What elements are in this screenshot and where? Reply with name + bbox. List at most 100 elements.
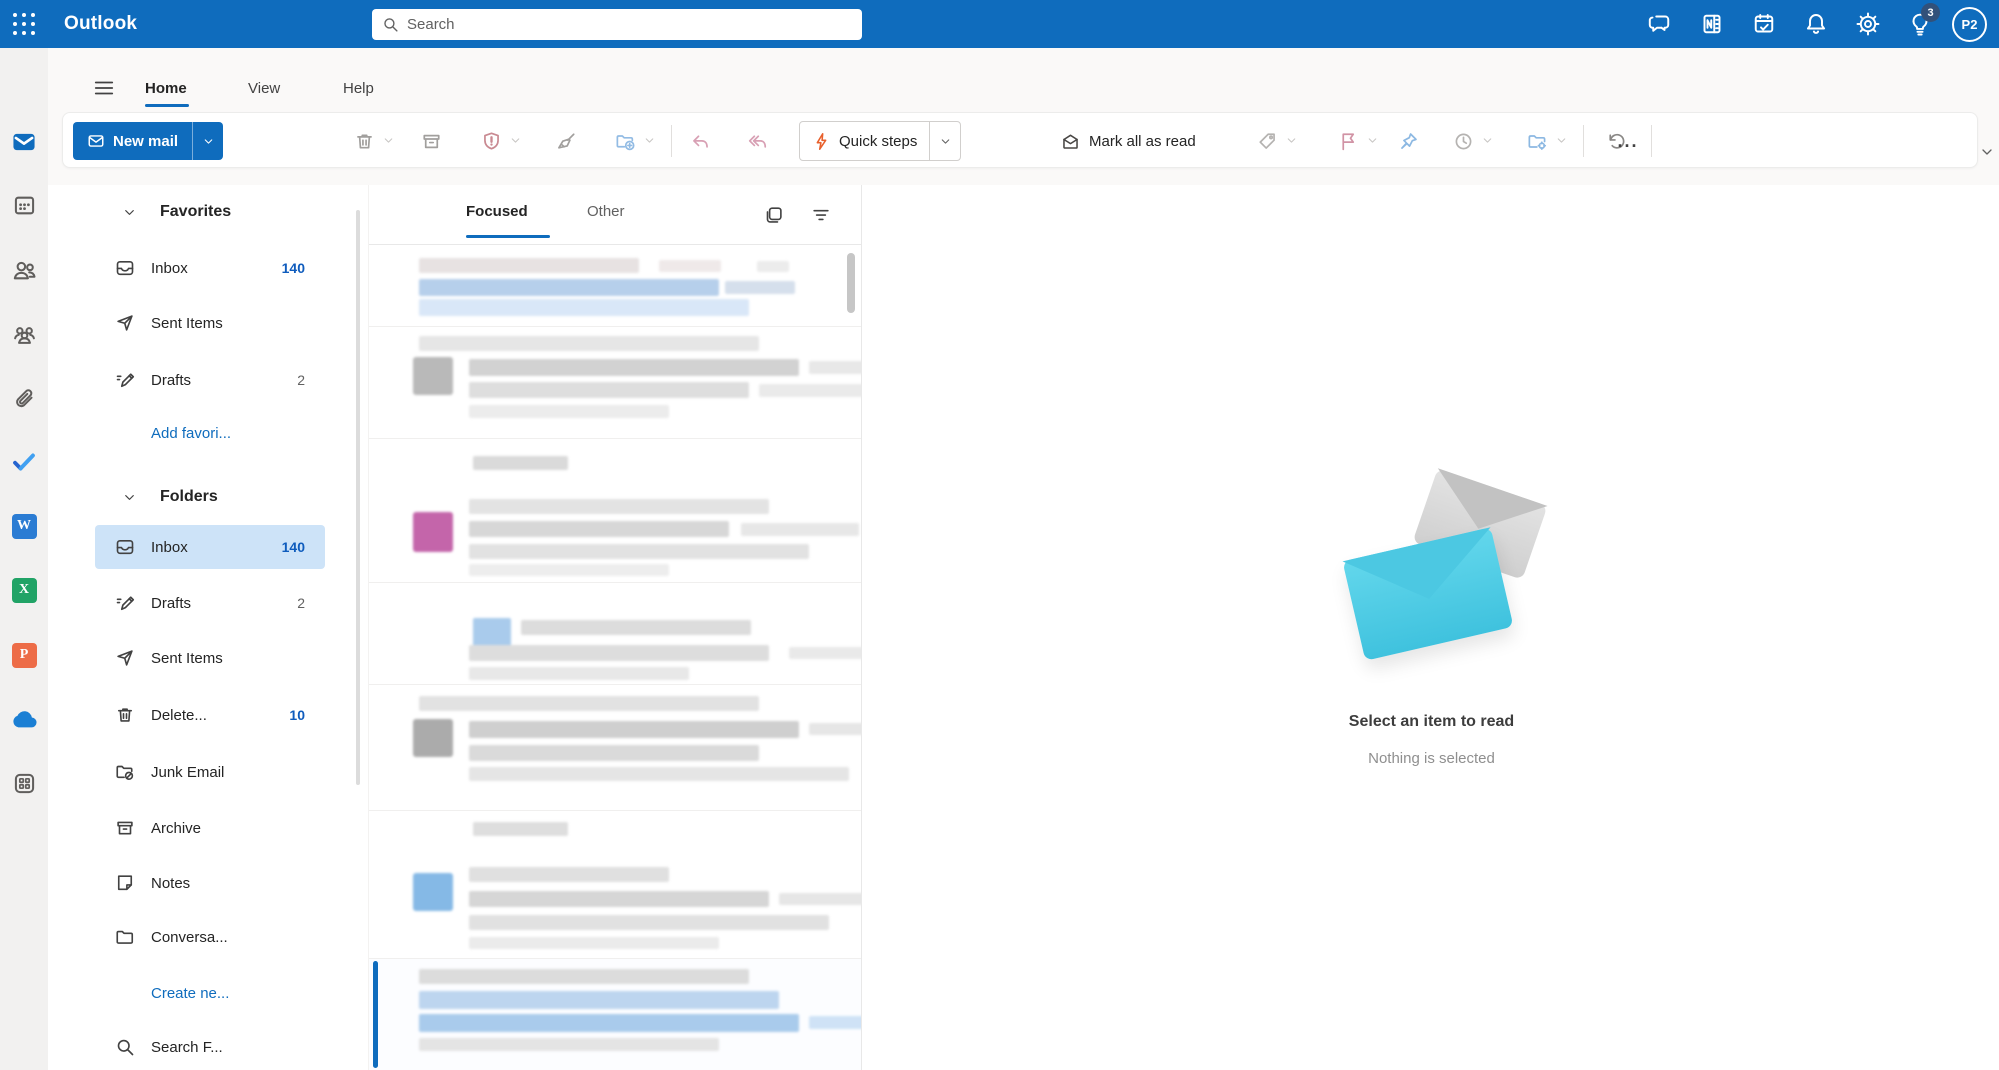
rail-item-excel[interactable]: X (0, 566, 48, 614)
unread-count-badge: 2 (297, 372, 305, 388)
rail-item-more-apps[interactable] (0, 759, 48, 807)
tab-help[interactable]: Help (343, 80, 374, 97)
email-list-item[interactable] (369, 438, 861, 582)
sidebar-item-inbox[interactable]: Inbox140 (95, 525, 325, 569)
email-list-item[interactable] (369, 810, 861, 958)
rail-item-calendar[interactable] (0, 181, 48, 229)
my-day-button[interactable] (1738, 0, 1790, 48)
toolbar-divider (1651, 125, 1652, 157)
tab-view[interactable]: View (248, 80, 280, 97)
message-list-header: Focused Other (369, 185, 861, 245)
search-input[interactable] (407, 16, 827, 33)
new-mail-label: New mail (113, 133, 178, 150)
message-list-scrollbar[interactable] (847, 253, 855, 313)
select-all-button[interactable] (760, 201, 788, 229)
folder-pane-scrollbar[interactable] (356, 210, 360, 785)
sidebar-item-drafts[interactable]: Drafts2 (95, 581, 325, 625)
quick-steps-dropdown[interactable] (930, 135, 960, 148)
search-bar[interactable] (372, 9, 862, 40)
folder-label: Notes (151, 875, 190, 892)
sweep-button[interactable] (550, 125, 582, 157)
rail-item-powerpoint[interactable]: P (0, 631, 48, 679)
tag-button[interactable] (1251, 125, 1283, 157)
snooze-button[interactable] (1447, 125, 1479, 157)
collapse-ribbon-chevron[interactable] (1979, 144, 1995, 160)
mark-all-as-read-button[interactable]: Mark all as read (1053, 123, 1204, 159)
rail-item-people[interactable] (0, 246, 48, 294)
archive-button[interactable] (415, 125, 447, 157)
reply-all-button[interactable] (741, 125, 773, 157)
quick-steps-button[interactable]: Quick steps (799, 121, 961, 161)
onenote-feed-button[interactable] (1686, 0, 1738, 48)
tag-dropdown-chevron[interactable] (1285, 134, 1299, 148)
sidebar-item-conversa[interactable]: Conversa... (95, 915, 325, 959)
rail-item-files[interactable] (0, 374, 48, 422)
redacted-text-block (469, 767, 849, 781)
top-bar: Outlook 3P2 (0, 0, 1999, 48)
tips-button[interactable]: 3 (1894, 0, 1946, 48)
sidebar-item-create-ne[interactable]: Create ne... (95, 971, 325, 1015)
sidebar-item-add-favori[interactable]: Add favori... (95, 411, 325, 455)
account-avatar[interactable]: P2 (1952, 7, 1987, 42)
sidebar-item-notes[interactable]: Notes (95, 861, 325, 905)
redacted-text-block (659, 260, 721, 272)
report-dropdown-chevron[interactable] (509, 134, 523, 148)
rail-item-mail[interactable] (0, 118, 48, 166)
move-to-button[interactable] (609, 125, 641, 157)
redacted-text-block (419, 1014, 799, 1032)
sidebar-item-search-f[interactable]: Search F... (95, 1025, 325, 1069)
redacted-text-block (469, 521, 729, 537)
pin-button[interactable] (1392, 125, 1424, 157)
email-list-item[interactable] (369, 958, 861, 1070)
rail-item-to-do[interactable] (0, 438, 48, 486)
section-header-folders[interactable]: Folders (48, 477, 348, 517)
hamburger-menu-button[interactable] (86, 70, 122, 106)
email-list-item[interactable] (369, 246, 861, 326)
flag-dropdown-chevron[interactable] (1366, 134, 1380, 148)
section-header-favorites[interactable]: Favorites (48, 192, 348, 232)
tab-home[interactable]: Home (145, 80, 187, 97)
sidebar-item-drafts[interactable]: Drafts2 (95, 358, 325, 402)
archive-icon (115, 818, 135, 838)
email-list-item[interactable] (369, 326, 861, 438)
message-list (369, 245, 861, 1070)
flag-button[interactable] (1332, 125, 1364, 157)
email-list-item[interactable] (369, 582, 861, 684)
report-button[interactable] (475, 125, 507, 157)
sidebar-item-sent-items[interactable]: Sent Items (95, 636, 325, 680)
sidebar-item-junk-email[interactable]: Junk Email (95, 750, 325, 794)
tab-focused[interactable]: Focused (466, 203, 528, 220)
move-to-dropdown-chevron[interactable] (643, 134, 657, 148)
sidebar-item-archive[interactable]: Archive (95, 806, 325, 850)
redacted-text-block (469, 544, 809, 559)
rail-item-word[interactable]: W (0, 502, 48, 550)
powerpoint-icon: P (12, 643, 37, 668)
new-mail-dropdown[interactable] (193, 122, 223, 160)
rules-dropdown-chevron[interactable] (1555, 134, 1569, 148)
sidebar-item-inbox[interactable]: Inbox140 (95, 246, 325, 290)
sidebar-item-delete[interactable]: Delete...10 (95, 693, 325, 737)
rules-button[interactable] (1521, 125, 1553, 157)
redacted-text-block (809, 1016, 861, 1029)
more-options-button[interactable]: ... (1608, 125, 1648, 157)
folder-label: Create ne... (151, 985, 229, 1002)
search-icon (382, 16, 399, 33)
new-mail-button[interactable]: New mail (73, 122, 223, 160)
filter-button[interactable] (807, 201, 835, 229)
delete-dropdown-chevron[interactable] (382, 134, 396, 148)
app-launcher-button[interactable] (0, 0, 48, 48)
snooze-dropdown-chevron[interactable] (1481, 134, 1495, 148)
redacted-text-block (419, 1038, 719, 1051)
chat-button[interactable] (1634, 0, 1686, 48)
sidebar-item-sent-items[interactable]: Sent Items (95, 301, 325, 345)
redacted-text-block (789, 647, 861, 659)
notifications-button[interactable] (1790, 0, 1842, 48)
rail-item-groups[interactable] (0, 311, 48, 359)
email-list-item[interactable] (369, 684, 861, 810)
reply-button[interactable] (684, 125, 716, 157)
settings-button[interactable] (1842, 0, 1894, 48)
rail-item-onedrive[interactable] (0, 696, 48, 744)
selected-row-indicator (373, 961, 378, 1068)
delete-button[interactable] (348, 125, 380, 157)
tab-other[interactable]: Other (587, 203, 625, 220)
